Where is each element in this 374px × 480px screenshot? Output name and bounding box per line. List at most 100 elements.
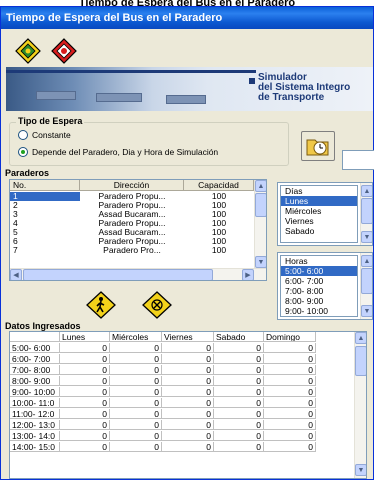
radio-button[interactable] xyxy=(18,130,28,140)
scroll-up-arrow-icon[interactable]: ▲ xyxy=(361,185,372,197)
list-item-hora[interactable]: 6:00- 7:00 xyxy=(281,276,357,286)
grid-cell[interactable]: 0 xyxy=(60,376,110,386)
grid-cell[interactable]: 0 xyxy=(60,431,110,441)
grid-cell[interactable]: 0 xyxy=(214,398,264,408)
grid-cell[interactable]: 0 xyxy=(110,409,162,419)
grid-cell[interactable]: 0 xyxy=(264,354,316,364)
grid-cell[interactable]: 0 xyxy=(110,376,162,386)
scroll-right-arrow-icon[interactable]: ▶ xyxy=(242,269,254,280)
list-item-viernes[interactable]: Viernes xyxy=(281,216,357,226)
scroll-thumb[interactable] xyxy=(355,346,366,376)
grid-cell[interactable]: 0 xyxy=(60,354,110,364)
grid-cell[interactable]: 0 xyxy=(60,420,110,430)
grid-cell[interactable]: 0 xyxy=(214,365,264,375)
table-row[interactable]: 4 Paradero Propu... 100 xyxy=(10,219,254,228)
scroll-up-arrow-icon[interactable]: ▲ xyxy=(255,180,266,192)
scroll-down-arrow-icon[interactable]: ▼ xyxy=(255,256,266,268)
grid-cell[interactable]: 0 xyxy=(214,420,264,430)
grid-cell[interactable]: 0 xyxy=(214,409,264,419)
list-item-hora[interactable]: 9:00- 10:00 xyxy=(281,306,357,316)
grid-cell[interactable]: 0 xyxy=(264,376,316,386)
scroll-thumb[interactable] xyxy=(361,198,372,224)
list-item-miercoles[interactable]: Miércoles xyxy=(281,206,357,216)
horas-listbox[interactable]: Horas 5:00- 6:00 6:00- 7:00 7:00- 8:00 8… xyxy=(277,252,373,320)
horizontal-scrollbar[interactable]: ◀ ▶ xyxy=(10,268,266,280)
vertical-scrollbar[interactable]: ▲ ▼ xyxy=(254,180,266,268)
vertical-scrollbar[interactable]: ▲ ▼ xyxy=(360,253,372,319)
grid-cell[interactable]: 0 xyxy=(162,387,214,397)
grid-cell[interactable]: 0 xyxy=(110,343,162,353)
grid-cell[interactable]: 0 xyxy=(162,420,214,430)
grid-cell[interactable]: 0 xyxy=(264,365,316,375)
list-item-lunes[interactable]: Lunes xyxy=(281,196,357,206)
grid-cell[interactable]: 0 xyxy=(214,376,264,386)
grid-cell[interactable]: 0 xyxy=(264,398,316,408)
vertical-scrollbar[interactable]: ▲ ▼ xyxy=(354,332,366,478)
walk-button[interactable] xyxy=(85,291,117,319)
list-item-hora[interactable]: 8:00- 9:00 xyxy=(281,296,357,306)
scroll-down-arrow-icon[interactable]: ▼ xyxy=(355,464,366,476)
grid-cell[interactable]: 0 xyxy=(264,409,316,419)
grid-cell[interactable]: 0 xyxy=(162,376,214,386)
vertical-scrollbar[interactable]: ▲ ▼ xyxy=(360,183,372,245)
column-header[interactable]: No. xyxy=(10,180,80,191)
radio-depende-paradero[interactable]: Depende del Paradero, Dia y Hora de Simu… xyxy=(18,147,218,157)
list-item-hora[interactable]: 7:00- 8:00 xyxy=(281,286,357,296)
scroll-thumb[interactable] xyxy=(255,193,266,217)
grid-cell[interactable]: 0 xyxy=(110,431,162,441)
value-input[interactable] xyxy=(342,150,374,170)
scroll-down-arrow-icon[interactable]: ▼ xyxy=(361,231,372,243)
grid-cell[interactable]: 0 xyxy=(110,398,162,408)
grid-cell[interactable]: 0 xyxy=(162,343,214,353)
cancel-button[interactable] xyxy=(141,291,173,319)
clock-button[interactable] xyxy=(301,131,335,161)
grid-cell[interactable]: 0 xyxy=(264,387,316,397)
scroll-up-arrow-icon[interactable]: ▲ xyxy=(355,332,366,344)
grid-cell[interactable]: 0 xyxy=(110,420,162,430)
grid-cell[interactable]: 0 xyxy=(60,387,110,397)
table-row[interactable]: 5 Assad Bucaram... 100 xyxy=(10,228,254,237)
grid-cell[interactable]: 0 xyxy=(214,343,264,353)
grid-cell[interactable]: 0 xyxy=(264,420,316,430)
grid-cell[interactable]: 0 xyxy=(162,398,214,408)
table-row[interactable]: 2 Paradero Propu... 100 xyxy=(10,201,254,210)
radio-button[interactable] xyxy=(18,147,28,157)
grid-cell[interactable]: 0 xyxy=(60,442,110,452)
column-header[interactable]: Dirección xyxy=(80,180,184,191)
grid-cell[interactable]: 0 xyxy=(214,431,264,441)
grid-cell[interactable]: 0 xyxy=(60,409,110,419)
radio-constante[interactable]: Constante xyxy=(18,130,71,140)
grid-cell[interactable]: 0 xyxy=(264,431,316,441)
grid-cell[interactable]: 0 xyxy=(214,442,264,452)
scroll-down-arrow-icon[interactable]: ▼ xyxy=(361,305,372,317)
grid-cell[interactable]: 0 xyxy=(110,387,162,397)
grid-cell[interactable]: 0 xyxy=(60,398,110,408)
scroll-left-arrow-icon[interactable]: ◀ xyxy=(10,269,22,280)
grid-cell[interactable]: 0 xyxy=(214,387,264,397)
scroll-up-arrow-icon[interactable]: ▲ xyxy=(361,255,372,267)
list-item-hora[interactable]: 5:00- 6:00 xyxy=(281,266,357,276)
grid-cell[interactable]: 0 xyxy=(110,354,162,364)
table-row[interactable]: 7 Paradero Pro... 100 xyxy=(10,246,254,255)
grid-cell[interactable]: 0 xyxy=(60,365,110,375)
grid-cell[interactable]: 0 xyxy=(60,343,110,353)
grid-cell[interactable]: 0 xyxy=(264,442,316,452)
grid-cell[interactable]: 0 xyxy=(214,354,264,364)
grid-cell[interactable]: 0 xyxy=(162,431,214,441)
table-row[interactable]: 1 Paradero Propu... 100 xyxy=(10,192,254,201)
column-header[interactable]: Capacidad xyxy=(184,180,254,191)
grid-cell[interactable]: 0 xyxy=(110,442,162,452)
scroll-thumb[interactable] xyxy=(361,268,372,294)
grid-cell[interactable]: 0 xyxy=(162,409,214,419)
grid-cell[interactable]: 0 xyxy=(264,343,316,353)
table-row[interactable]: 3 Assad Bucaram... 100 xyxy=(10,210,254,219)
grid-cell[interactable]: 0 xyxy=(110,365,162,375)
list-item-sabado[interactable]: Sabado xyxy=(281,226,357,236)
grid-cell[interactable]: 0 xyxy=(162,354,214,364)
dias-listbox[interactable]: Días Lunes Miércoles Viernes Sabado ▲ ▼ xyxy=(277,182,373,246)
scroll-thumb[interactable] xyxy=(23,269,213,280)
grid-cell[interactable]: 0 xyxy=(162,365,214,375)
table-row[interactable]: 6 Paradero Propu... 100 xyxy=(10,237,254,246)
grid-cell[interactable]: 0 xyxy=(162,442,214,452)
toolbar-yellow-button[interactable] xyxy=(13,37,43,65)
